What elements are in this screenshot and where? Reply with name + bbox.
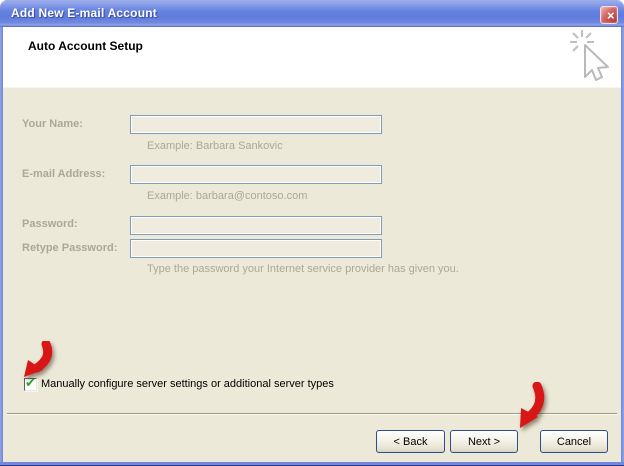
titlebar[interactable]: Add New E-mail Account × <box>0 0 624 27</box>
window-border-bottom <box>0 462 624 466</box>
wizard-header: Auto Account Setup <box>3 27 621 87</box>
cancel-button[interactable]: Cancel <box>540 430 608 453</box>
close-icon: × <box>607 8 615 23</box>
password-hint: Type the password your Internet service … <box>147 263 459 275</box>
your-name-input[interactable] <box>130 115 382 134</box>
email-address-example: Example: barbara@contoso.com <box>147 190 307 202</box>
your-name-label: Your Name: <box>22 118 83 130</box>
retype-password-input[interactable] <box>130 239 382 258</box>
back-button[interactable]: < Back <box>376 430 445 453</box>
password-input[interactable] <box>130 216 382 235</box>
manual-config-label: Manually configure server settings or ad… <box>41 378 334 390</box>
email-address-input[interactable] <box>130 165 382 184</box>
add-email-account-dialog: Add New E-mail Account × Auto Account Se… <box>0 0 624 466</box>
window-title: Add New E-mail Account <box>11 6 157 20</box>
page-title: Auto Account Setup <box>28 39 143 53</box>
manual-config-checkbox[interactable]: ✔ <box>24 378 37 391</box>
your-name-example: Example: Barbara Sankovic <box>147 140 283 152</box>
retype-password-label: Retype Password: <box>22 242 117 254</box>
cursor-sparkle-icon <box>569 29 615 87</box>
email-address-label: E-mail Address: <box>22 168 105 180</box>
red-arrow-checkbox-icon <box>20 341 54 379</box>
red-arrow-next-icon <box>507 382 547 430</box>
password-label: Password: <box>22 218 78 230</box>
close-button[interactable]: × <box>600 6 618 24</box>
next-button[interactable]: Next > <box>450 430 518 453</box>
